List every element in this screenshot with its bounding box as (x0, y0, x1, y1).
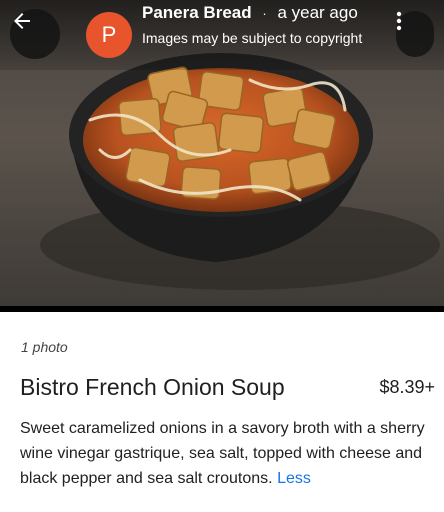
item-name: Bistro French Onion Soup (20, 374, 285, 400)
back-button[interactable] (10, 9, 60, 59)
separator: · (262, 6, 267, 21)
description-text: Sweet caramelized onions in a savory bro… (20, 420, 425, 487)
less-link[interactable]: Less (277, 470, 311, 487)
item-price: $8.39+ (379, 377, 435, 397)
food-photo[interactable]: P Panera Bread · a year ago Images may b… (0, 0, 444, 306)
avatar[interactable]: P (86, 12, 132, 58)
copyright-notice: Images may be subject to copyright (142, 30, 363, 46)
more-options-button[interactable] (396, 11, 434, 57)
item-description: Sweet caramelized onions in a savory bro… (20, 416, 430, 491)
avatar-letter: P (101, 22, 117, 47)
photo-count: 1 photo (21, 339, 68, 355)
photo-header: Panera Bread · a year ago Images may be … (142, 2, 392, 48)
item-info-panel: 1 photo Bistro French Onion Soup $8.39+ … (0, 312, 444, 512)
post-time: a year ago (277, 3, 358, 22)
author-name[interactable]: Panera Bread (142, 3, 252, 22)
